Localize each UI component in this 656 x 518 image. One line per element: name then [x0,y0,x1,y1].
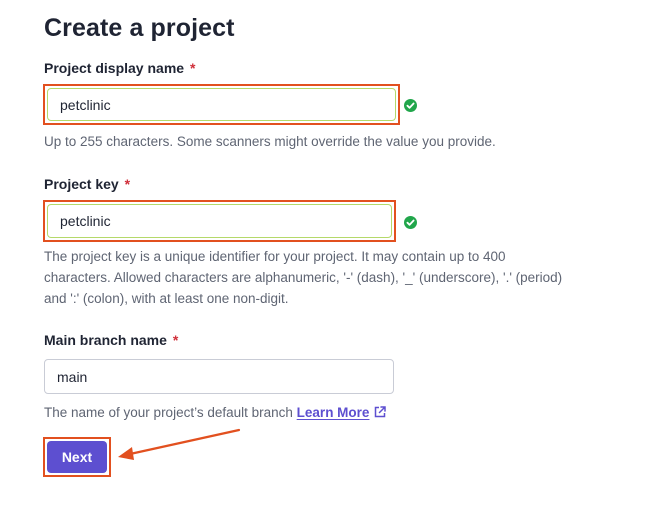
display-name-help: Up to 255 characters. Some scanners migh… [44,134,496,149]
required-marker: * [189,60,196,76]
display-name-input[interactable]: petclinic [47,88,396,121]
learn-more-label: Learn More [296,405,370,420]
project-key-help-line: The project key is a unique identifier f… [44,249,506,264]
display-name-value: petclinic [60,96,111,113]
main-branch-value: main [57,368,88,385]
display-name-label: Project display name * [44,60,195,76]
external-link-icon [373,404,387,425]
project-key-input[interactable]: petclinic [47,204,392,238]
learn-more-link[interactable]: Learn More [297,405,388,420]
project-key-help-line: and ':' (colon), with at least one non-d… [44,291,289,306]
project-key-help-line: characters. Allowed characters are alpha… [44,270,563,285]
check-circle-icon [404,99,417,112]
project-key-value: petclinic [60,213,111,229]
display-name-label-text: Project display name [44,60,185,76]
check-circle-icon [404,216,417,229]
project-key-help: The project key is a unique identifier f… [44,246,562,309]
main-branch-label-text: Main branch name [44,332,167,348]
main-branch-input[interactable]: main [44,359,394,394]
required-marker: * [172,332,179,348]
main-branch-help-text: The name of your project’s default branc… [44,405,293,420]
main-branch-label: Main branch name * [44,332,178,348]
page-title: Create a project [44,14,235,42]
next-button[interactable]: Next [47,441,107,473]
project-key-label: Project key * [44,176,130,192]
annotation-arrow-icon [118,428,241,460]
required-marker: * [124,176,131,192]
project-key-label-text: Project key [44,176,119,192]
